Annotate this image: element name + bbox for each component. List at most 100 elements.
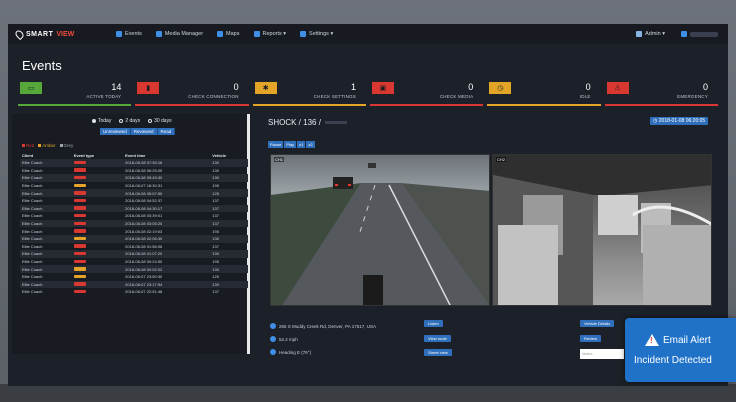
cell-vehicle: 130 <box>210 250 248 258</box>
severity-legend: Red Amber Grey <box>22 143 73 148</box>
stat-label: CHECK CONNECTION <box>188 94 239 99</box>
table-row[interactable]: Elite Coach 2018-08-07 22:51:48 137 <box>20 288 248 296</box>
alert-line-1: ! Email Alert <box>645 334 711 346</box>
table-row[interactable]: Elite Coach 2018-08-08 01:07:20 130 <box>20 250 248 258</box>
table-row[interactable]: Elite Coach 2018-08-08 07:30:16 130 <box>20 159 248 167</box>
tab-0[interactable]: Unreviewed <box>100 128 131 135</box>
cell-vehicle: 137 <box>210 204 248 213</box>
cell-client: Elite Coach <box>22 213 43 219</box>
table-row[interactable]: Elite Coach 2018-08-08 00:24:50 195 <box>20 258 248 266</box>
table-row[interactable]: Elite Coach 2018-08-08 02:06:30 130 <box>20 234 248 243</box>
cell-vehicle: 137 <box>210 219 248 228</box>
legend-label: Amber <box>42 143 56 148</box>
stat-value: 1 <box>350 82 356 92</box>
playback-button-2[interactable]: x1 <box>297 141 306 148</box>
column-header[interactable]: Client <box>20 152 72 159</box>
email-alert-toast[interactable]: ! Email Alert Incident Detected <box>625 318 736 382</box>
table-row[interactable]: Elite Coach 2018-08-07 18:30:31 195 <box>20 182 248 190</box>
playback-button-3[interactable]: x2 <box>306 141 315 148</box>
review-button[interactable]: Review <box>580 335 602 342</box>
cell-type <box>72 212 123 220</box>
column-header[interactable]: Event time <box>123 152 210 159</box>
cell-type <box>72 167 123 175</box>
map-icon <box>217 31 224 37</box>
filter-option-1[interactable]: 2 days <box>119 118 140 124</box>
tab-1[interactable]: Reviewed <box>130 128 158 135</box>
nav-right: Admin ▾ <box>636 24 718 44</box>
street-view-button[interactable]: Street view <box>424 349 452 356</box>
cell-client: Elite Coach <box>22 243 43 249</box>
vehicle-details-button[interactable]: Vehicle Details <box>580 320 615 327</box>
location-icon <box>270 323 276 329</box>
admin-menu[interactable]: Admin ▾ <box>636 31 665 37</box>
table-row[interactable]: Elite Coach 2018-08-08 00:02:02 130 <box>20 265 248 273</box>
table-row[interactable]: Elite Coach 2018-08-07 23:50:30 125 <box>20 273 248 281</box>
notes-input[interactable]: Notes <box>580 349 624 359</box>
table-row[interactable]: Elite Coach 2018-08-08 01:56:06 137 <box>20 243 248 251</box>
stat-card-1[interactable]: ▮ 0 CHECK CONNECTION <box>135 80 249 106</box>
column-header[interactable]: Event type <box>72 152 123 159</box>
clock-icon: ◷ <box>489 82 512 94</box>
cell-type <box>72 182 123 190</box>
nav-item-2[interactable]: Maps <box>217 31 240 37</box>
cell-vehicle: 130 <box>212 167 219 173</box>
admin-icon <box>636 31 643 37</box>
cell-time: 2018-08-07 23:17:54 <box>123 280 211 289</box>
legend-item-2[interactable]: Grey <box>59 143 73 148</box>
user-menu[interactable] <box>681 31 718 37</box>
playback-button-1[interactable]: Play <box>284 141 297 148</box>
table-row[interactable]: Elite Coach 2018-08-08 03:05:20 137 <box>20 219 248 228</box>
stat-bar <box>18 104 132 106</box>
admin-label: Admin ▾ <box>645 31 665 37</box>
stat-card-0[interactable]: ▭ 14 ACTIVE TODAY <box>18 80 132 106</box>
nav-item-3[interactable]: Reports ▾ <box>253 31 286 37</box>
table-row[interactable]: Elite Coach 2018-08-07 23:17:54 130 <box>20 280 248 289</box>
filter-label: Today <box>98 118 112 124</box>
table-row[interactable]: Elite Coach 2018-08-08 02:19:03 195 <box>20 227 248 235</box>
event-title-text: SHOCK / 136 / <box>268 118 321 127</box>
cell-time: 2018-08-08 07:30:16 <box>123 159 211 167</box>
cell-client: Elite Coach <box>20 265 72 273</box>
filter-option-2[interactable]: 30 days <box>148 118 172 124</box>
stat-card-5[interactable]: ⚠ 0 EMERGENCY <box>604 80 718 106</box>
nav-item-1[interactable]: Media Manager <box>155 31 203 37</box>
cell-time: 2018-08-08 05:07:50 <box>123 189 211 197</box>
stat-card-3[interactable]: ▣ 0 CHECK MEDIA <box>369 80 484 106</box>
stat-label: ACTIVE TODAY <box>86 94 122 99</box>
table-row[interactable]: Elite Coach 2018-08-08 04:52:37 137 <box>20 197 248 205</box>
event-type-badge <box>73 168 86 172</box>
event-heading: Heading E (76°) <box>270 349 311 355</box>
filter-option-0[interactable]: Today <box>92 118 111 124</box>
media-icon: ▣ <box>371 82 394 94</box>
legend-swatch <box>59 144 63 147</box>
legend-item-0[interactable]: Red <box>22 143 34 148</box>
playback-button-0[interactable]: Pause <box>268 141 284 148</box>
table-row[interactable]: Elite Coach 2018-08-08 05:07:50 125 <box>20 189 248 197</box>
stat-card-4[interactable]: ◷ 0 IDLE <box>487 80 601 106</box>
speed-icon <box>270 336 276 342</box>
stat-card-2[interactable]: ✱ 1 CHECK SETTINGS <box>252 80 366 106</box>
video-cabin-camera[interactable]: CH2 <box>492 154 712 306</box>
video-road-camera[interactable]: CH1 <box>270 154 490 306</box>
table-row[interactable]: Elite Coach 2018-08-08 05:45:30 130 <box>20 174 248 182</box>
table-row[interactable]: Elite Coach 2018-08-08 03:39:01 137 <box>20 212 248 220</box>
cell-type <box>72 197 123 205</box>
legend-item-1[interactable]: Amber <box>38 143 56 148</box>
listen-button[interactable]: Listen <box>424 320 443 327</box>
nav-item-0[interactable]: Events <box>116 31 142 37</box>
cell-vehicle: 125 <box>210 189 248 197</box>
stat-label: EMERGENCY <box>677 94 708 99</box>
cell-client: Elite Coach <box>20 204 72 213</box>
stat-value: 0 <box>233 82 239 92</box>
column-header[interactable]: Vehicle <box>210 152 248 159</box>
cell-type <box>72 258 123 266</box>
nav-item-4[interactable]: Settings ▾ <box>300 31 333 37</box>
view-route-button[interactable]: View route <box>424 335 451 342</box>
cell-type <box>71 265 124 273</box>
table-row[interactable]: Elite Coach 2018-08-08 06:25:05 130 <box>20 167 248 175</box>
app-logo[interactable]: SMART VIEW <box>13 28 106 40</box>
table-row[interactable]: Elite Coach 2018-08-08 04:30:17 137 <box>20 204 248 213</box>
tab-2[interactable]: Read <box>157 128 176 135</box>
event-type-badge <box>73 274 86 279</box>
cell-client: Elite Coach <box>22 259 43 265</box>
